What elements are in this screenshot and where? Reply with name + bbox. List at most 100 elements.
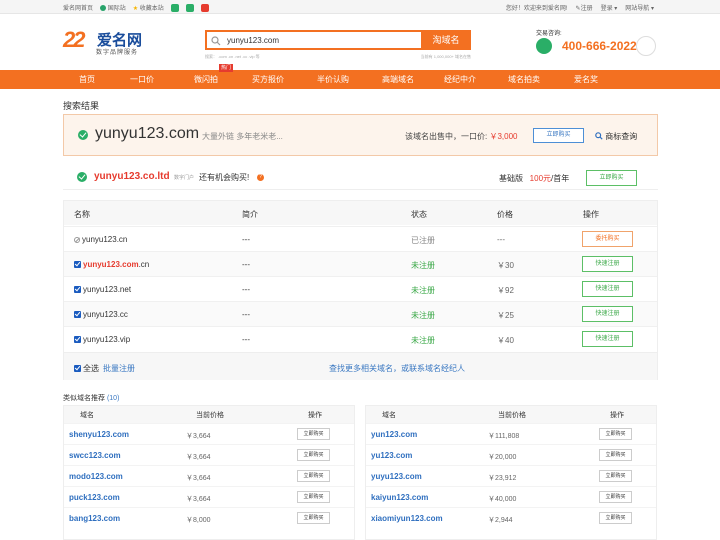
buy-now-button[interactable]: 立即购买: [599, 470, 632, 482]
top-bar: 爱名网首页 国际站 ★ 收藏本站 您好！欢迎来到爱名网! ✎注册 登录 ▾ 网站…: [0, 0, 720, 14]
similar-domain-link[interactable]: swcc123.com: [69, 451, 121, 460]
quick-register-button[interactable]: 快速注册: [582, 281, 633, 297]
similar-title: 类似域名推荐 (10): [63, 395, 120, 402]
nav-flash-auction[interactable]: 微闪拍: [182, 70, 230, 89]
mobile-icon[interactable]: [185, 3, 194, 12]
buy-now-button[interactable]: 立即购买: [297, 470, 330, 482]
checkbox[interactable]: [74, 261, 81, 269]
table-footer: 全选 批量注册 查找更多相关域名，或联系域名经纪人: [64, 352, 657, 380]
main-domain-desc: 大量外链 多年老米老...: [202, 132, 283, 141]
main-result: yunyu123.com 大量外链 多年老米老... 该域名出售中，一口价: ￥…: [63, 114, 658, 156]
quick-register-button[interactable]: 快速注册: [582, 331, 633, 347]
similar-list-right: 域名 当前价格 操作 yun123.com ￥111,808 立即购买 yu123.…: [365, 405, 657, 540]
list-item: yun123.com ￥111,808 立即购买: [366, 423, 656, 444]
similar-domain-link[interactable]: yuyu123.com: [371, 472, 422, 481]
trademark-query-link[interactable]: 商标查询: [595, 131, 637, 142]
list-item: xiaomiyun123.com ￥2,944 立即购买: [366, 507, 656, 528]
nav-award[interactable]: 爱名奖: [560, 70, 612, 89]
contact-phone: 400-666-2022: [562, 39, 637, 53]
star-icon: ★: [132, 6, 139, 12]
similar-domain-link[interactable]: puck123.com: [69, 493, 120, 502]
similar-header: 域名 当前价格 操作: [64, 406, 354, 423]
nav-half-price[interactable]: 半价认购: [307, 70, 359, 89]
favorite-link[interactable]: ★ 收藏本站: [133, 3, 164, 12]
list-item: bang123.com ￥8,000 立即购买: [64, 507, 354, 528]
logo-number: 22: [63, 27, 86, 52]
help-icon[interactable]: ?: [257, 174, 264, 181]
batch-register-link[interactable]: 批量注册: [103, 364, 135, 373]
similar-domain-link[interactable]: yu123.com: [371, 451, 412, 460]
list-item: swcc123.com ￥3,664 立即购买: [64, 444, 354, 465]
buy-now-button[interactable]: 立即购买: [297, 512, 330, 524]
second-domain[interactable]: yunyu123.co.ltd: [94, 171, 170, 182]
ban-icon: [74, 236, 80, 243]
results-title: 搜索结果: [63, 101, 100, 111]
login-link[interactable]: 登录 ▾: [601, 3, 618, 12]
buy-now-button[interactable]: 立即购买: [599, 428, 632, 440]
table-row: yunyu123.cn --- 已注册 --- 委托购买: [64, 226, 657, 251]
wechat-icon[interactable]: [536, 38, 552, 54]
site-logo[interactable]: 22 爱名网 数字品牌服务: [63, 27, 149, 59]
chevron-down-icon: ▾: [650, 6, 654, 12]
main-price: ￥3,000: [489, 132, 518, 141]
buy-now-button[interactable]: 立即购买: [599, 449, 632, 461]
logo-slogan: 数字品牌服务: [96, 50, 139, 56]
welcome-text: 您好！欢迎来到爱名网!: [505, 6, 568, 12]
checkbox[interactable]: [74, 336, 81, 344]
quick-register-button[interactable]: 快速注册: [582, 306, 633, 322]
similar-domain-link[interactable]: modo123.com: [69, 472, 123, 481]
select-all-checkbox[interactable]: [74, 365, 81, 373]
domain-table: 名称 简介 状态 价格 操作 yunyu123.cn --- 已注册 --- 委…: [63, 200, 658, 380]
similar-domain-link[interactable]: xiaomiyun123.com: [371, 514, 443, 523]
buy-now-button[interactable]: 立即购买: [599, 512, 632, 524]
nav-auction[interactable]: 域名拍卖: [498, 70, 550, 89]
nav-premium[interactable]: 高端域名: [372, 70, 424, 89]
table-row: yunyu123.vip --- 未注册 ￥40 快速注册: [64, 326, 657, 351]
table-row: yunyu123.com.cn --- 未注册 ￥30 快速注册: [64, 251, 657, 276]
check-circle-icon: [78, 130, 88, 140]
buy-now-button[interactable]: 立即购买: [599, 491, 632, 503]
find-more-link[interactable]: 查找更多相关域名，或联系域名经纪人: [329, 363, 465, 374]
buy-now-button[interactable]: 立即购买: [297, 449, 330, 461]
buy-now-button[interactable]: 立即购买: [297, 491, 330, 503]
plan-price: 基础版 100元/首年: [499, 174, 570, 183]
entrust-buy-button[interactable]: 委托购买: [582, 231, 633, 247]
list-item: modo123.com ￥3,664 立即购买: [64, 465, 354, 486]
search-icon: [595, 132, 603, 140]
main-domain[interactable]: yunyu123.com: [95, 125, 199, 143]
similar-list-left: 域名 当前价格 操作 shenyu123.com ￥3,664 立即购买 swcc1…: [63, 405, 355, 540]
buy-now-button[interactable]: 立即购买: [533, 128, 584, 143]
wechat-icon[interactable]: [170, 3, 179, 12]
table-row: yunyu123.net --- 未注册 ￥92 快速注册: [64, 276, 657, 301]
list-item: puck123.com ￥3,664 立即购买: [64, 486, 354, 507]
similar-header: 域名 当前价格 操作: [366, 406, 656, 423]
checkbox[interactable]: [74, 286, 81, 294]
table-header: 名称 简介 状态 价格 操作: [64, 201, 657, 225]
buy-now-button[interactable]: 立即购买: [586, 170, 637, 186]
for-sale-text: 该域名出售中，一口价: ￥3,000: [405, 132, 518, 141]
similar-domain-link[interactable]: bang123.com: [69, 514, 120, 523]
search-button[interactable]: 淘域名: [421, 30, 471, 50]
nav-fixed-price[interactable]: 一口价: [118, 70, 166, 89]
list-item: yu123.com ￥20,000 立即购买: [366, 444, 656, 465]
buy-now-button[interactable]: 立即购买: [297, 428, 330, 440]
second-domain-tag: 数字门户: [174, 175, 195, 181]
anchor-icon: [100, 5, 107, 12]
domain-search-box: yunyu123.com 淘域名: [205, 30, 471, 50]
weibo-icon[interactable]: [200, 3, 209, 12]
similar-domain-link[interactable]: shenyu123.com: [69, 430, 129, 439]
similar-domain-link[interactable]: kaiyun123.com: [371, 493, 428, 502]
intl-site-link[interactable]: 国际站: [100, 3, 126, 12]
nav-buyer-offer[interactable]: 买方报价: [244, 70, 292, 89]
checkbox[interactable]: [74, 311, 81, 319]
home-link[interactable]: 爱名网首页: [63, 3, 93, 12]
list-item: yuyu123.com ￥23,912 立即购买: [366, 465, 656, 486]
nav-home[interactable]: 首页: [63, 70, 111, 89]
check-circle-icon: [77, 172, 87, 182]
quick-register-button[interactable]: 快速注册: [582, 256, 633, 272]
similar-domain-link[interactable]: yun123.com: [371, 430, 417, 439]
site-nav-link[interactable]: 网站导航 ▾: [625, 3, 654, 12]
nav-broker[interactable]: 经纪中介: [434, 70, 486, 89]
search-input[interactable]: yunyu123.com: [227, 36, 279, 45]
register-link[interactable]: ✎注册: [576, 3, 593, 12]
